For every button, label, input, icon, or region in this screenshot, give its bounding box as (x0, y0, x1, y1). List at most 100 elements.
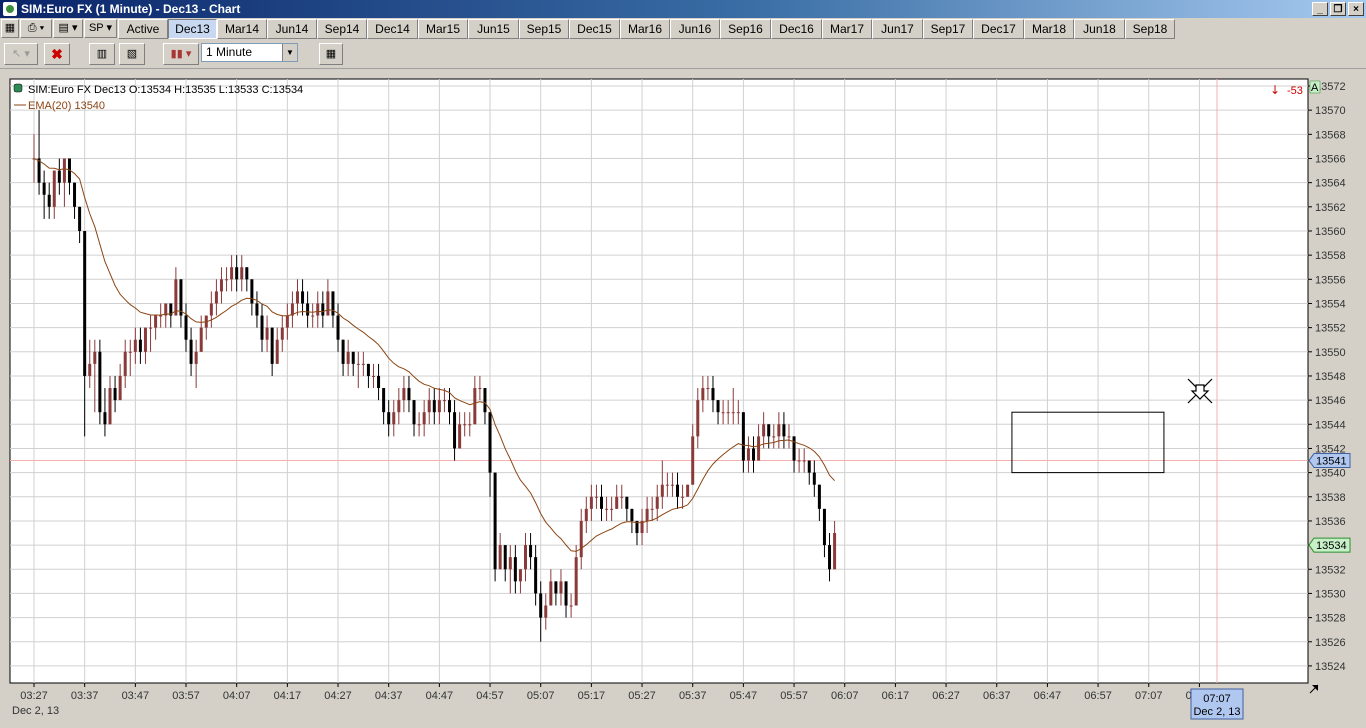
bar-body (387, 412, 391, 425)
y-tick-label: 13526 (1315, 637, 1346, 649)
bar-body (225, 279, 229, 281)
bar-body (311, 315, 315, 317)
position-pnl: -53 (1287, 85, 1303, 97)
bar-body (518, 569, 522, 582)
bar-body (209, 303, 213, 316)
bar-body (792, 436, 796, 461)
bar-body (620, 496, 624, 498)
bar-body (549, 581, 553, 606)
bar-type-icon[interactable]: ▮▮ ▾ (163, 43, 199, 65)
data-box-icon[interactable]: ▦ (319, 43, 343, 65)
tab-dec14[interactable]: Dec14 (367, 19, 418, 39)
tab-mar18[interactable]: Mar18 (1024, 19, 1074, 39)
bar-body (189, 339, 193, 364)
bar-body (128, 351, 132, 353)
y-tick-label: 13530 (1315, 588, 1346, 600)
bar-body (270, 327, 274, 364)
tab-dec13[interactable]: Dec13 (168, 19, 217, 39)
bar-body (523, 545, 527, 570)
bar-body (762, 424, 766, 437)
bar-body (316, 303, 320, 316)
y-tick-label: 13550 (1315, 347, 1346, 359)
bar-body (306, 303, 310, 316)
window-title: SIM:Euro FX (1 Minute) - Dec13 - Chart (21, 2, 241, 16)
tab-jun18[interactable]: Jun18 (1074, 19, 1125, 39)
tab-dec16[interactable]: Dec16 (771, 19, 822, 39)
series-status-icon (13, 83, 23, 93)
bar-body (301, 291, 305, 304)
tab-active[interactable]: Active (118, 19, 168, 39)
bar-body (103, 412, 107, 425)
svg-text:13534: 13534 (1316, 540, 1347, 552)
bar-body (331, 291, 335, 316)
bar-body (351, 351, 355, 364)
delete-icon[interactable]: ✖ (44, 43, 70, 65)
bar-body (37, 158, 41, 183)
tab-jun15[interactable]: Jun15 (468, 19, 519, 39)
bar-body (336, 315, 340, 340)
x-tick-label: 04:47 (426, 690, 454, 702)
price-bar (686, 484, 690, 497)
workspace-icon[interactable]: ▤ ▾ (53, 19, 83, 38)
tab-mar17[interactable]: Mar17 (822, 19, 872, 39)
indicators-icon[interactable]: ▥ (89, 43, 115, 65)
bar-body (47, 194, 51, 207)
bar-body (670, 484, 674, 486)
price-chart[interactable]: 1357213570135681356613564135621356013558… (0, 69, 1366, 728)
restore-button[interactable]: ❐ (1330, 2, 1346, 16)
tab-sep14[interactable]: Sep14 (317, 19, 367, 39)
symbol-selector[interactable]: SP ▾ (84, 19, 117, 38)
bar-body (133, 339, 137, 352)
tab-mar15[interactable]: Mar15 (418, 19, 468, 39)
bar-body (98, 351, 102, 413)
tab-jun14[interactable]: Jun14 (267, 19, 317, 39)
tab-mar16[interactable]: Mar16 (620, 19, 670, 39)
bar-body (787, 436, 791, 438)
tab-jun17[interactable]: Jun17 (872, 19, 923, 39)
bar-body (143, 327, 147, 352)
chevron-down-icon[interactable]: ▼ (282, 44, 297, 61)
tab-sep18[interactable]: Sep18 (1125, 19, 1175, 39)
chart-properties-icon[interactable]: ▦ (1, 19, 19, 38)
bar-body (361, 363, 365, 365)
bar-body (179, 279, 183, 316)
last-price-marker: 13534 (1308, 537, 1351, 553)
bar-body (564, 581, 568, 606)
bar-body (78, 206, 82, 231)
bar-body (280, 327, 284, 340)
x-tick-label: 07:07 (1135, 690, 1163, 702)
bar-body (660, 484, 664, 497)
bar-body (681, 496, 685, 498)
bar-body (539, 593, 543, 618)
bar-body (615, 496, 619, 509)
x-tick-label: 04:57 (476, 690, 504, 702)
tab-sep17[interactable]: Sep17 (923, 19, 973, 39)
interval-selector[interactable]: 1 Minute ▼ (201, 43, 298, 62)
bar-body (655, 496, 659, 509)
bar-body (706, 388, 710, 390)
minimize-button[interactable]: _ (1312, 2, 1328, 16)
x-tick-label: 04:17 (274, 690, 302, 702)
tab-dec15[interactable]: Dec15 (569, 19, 620, 39)
print-icon[interactable]: ⎙ ▾ (20, 19, 52, 38)
tab-sep16[interactable]: Sep16 (720, 19, 771, 39)
tab-jun16[interactable]: Jun16 (670, 19, 720, 39)
bar-body (285, 315, 289, 328)
y-tick-label: 13560 (1315, 226, 1346, 238)
pointer-tool-icon[interactable]: ↖ ▾ (4, 43, 38, 65)
bar-body (113, 388, 117, 401)
plot-area[interactable] (9, 78, 1309, 684)
contract-tab-bar: ▦ ⎙ ▾ ▤ ▾ SP ▾ Active Dec13 Mar14 Jun14 Sep1… (0, 18, 1366, 40)
bar-body (711, 388, 715, 401)
tab-dec17[interactable]: Dec17 (973, 19, 1024, 39)
bar-body (123, 351, 127, 376)
bar-body (721, 412, 725, 414)
x-tick-label: 06:07 (831, 690, 859, 702)
tab-mar14[interactable]: Mar14 (217, 19, 267, 39)
strategies-icon[interactable]: ▧ (119, 43, 145, 65)
x-tick-label: 03:37 (71, 690, 99, 702)
close-button[interactable]: × (1348, 2, 1364, 16)
tab-sep15[interactable]: Sep15 (519, 19, 569, 39)
position-indicator[interactable]: ↓ -53 (1270, 83, 1303, 97)
bar-body (807, 460, 811, 473)
